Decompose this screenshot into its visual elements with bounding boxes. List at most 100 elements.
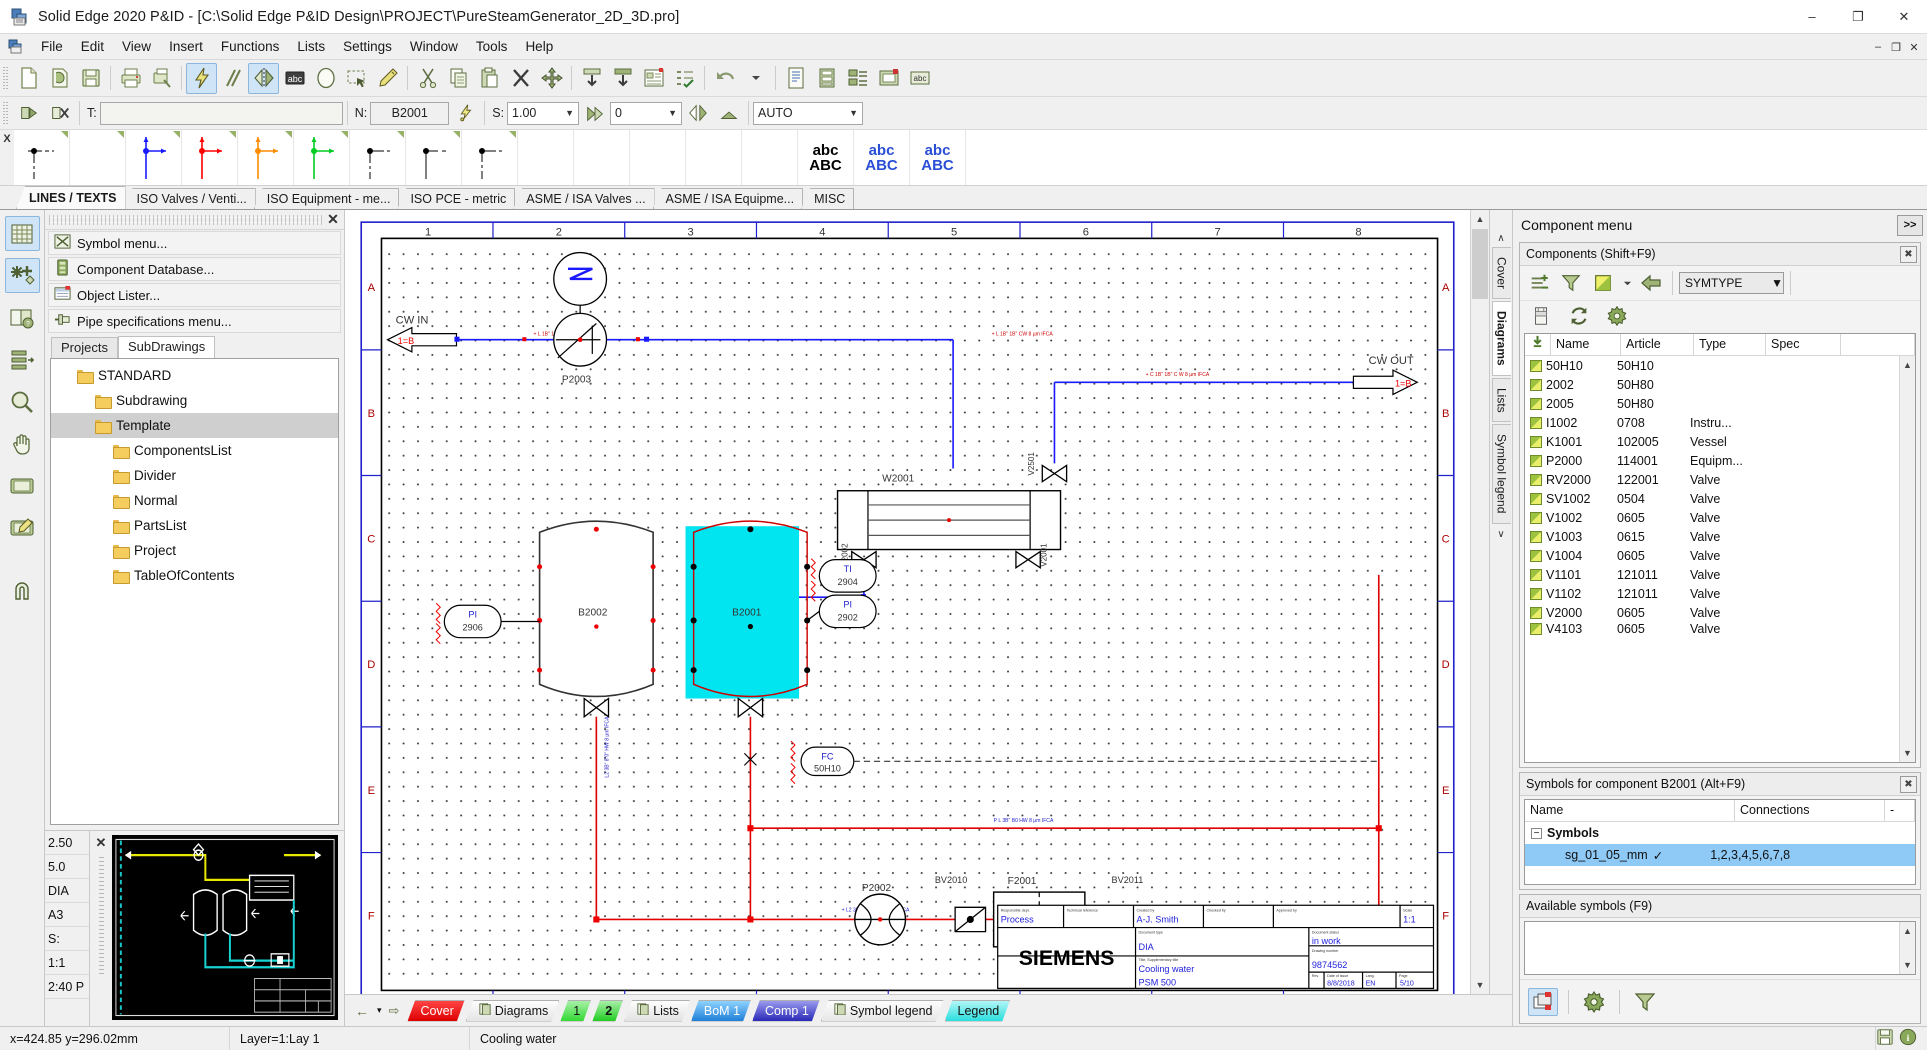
menu-settings[interactable]: Settings [334, 36, 401, 57]
palette-line-black-1[interactable] [14, 130, 70, 185]
tab-projects[interactable]: Projects [51, 337, 118, 358]
open-document-button[interactable] [44, 63, 75, 94]
table-row[interactable]: I1002 0708 Instru... [1525, 413, 1899, 432]
save-document-button[interactable] [75, 63, 106, 94]
save-status-icon[interactable] [1876, 1028, 1894, 1049]
edit-mode-button[interactable] [5, 510, 40, 545]
available-symbols-list[interactable]: ▲ ▼ [1524, 921, 1916, 975]
display-mode-button[interactable] [5, 468, 40, 503]
toolbar-grip[interactable] [2, 65, 10, 91]
symbols-grid[interactable]: Name Connections - − Symbols sg_01_05_mm… [1524, 799, 1916, 885]
pipe-specifications-item[interactable]: Pipe specifications menu... [48, 309, 341, 333]
column-header-spec[interactable]: Spec [1766, 334, 1841, 355]
info-icon[interactable]: i [1899, 1028, 1917, 1049]
collapse-icon[interactable]: − [1531, 828, 1542, 839]
document-minimize-button[interactable]: – [1869, 37, 1887, 57]
sheet-tab-1[interactable]: 1 [560, 1000, 591, 1022]
color-dropdown-button[interactable] [1620, 269, 1634, 297]
tree-item-project[interactable]: Project [51, 538, 338, 563]
palette-text-style-blue-2[interactable]: abc ABC [910, 130, 966, 185]
object-lister-item[interactable]: Object Lister... [48, 283, 341, 307]
table-row[interactable]: V1101 121011 Valve [1525, 565, 1899, 584]
sort-down-icon[interactable] [1531, 334, 1544, 355]
column-header-article[interactable]: Article [1621, 334, 1694, 355]
menu-view[interactable]: View [113, 36, 160, 57]
column-header-symbol-name[interactable]: Name [1525, 800, 1735, 821]
align-top-button[interactable] [576, 63, 607, 94]
table-row[interactable]: K1001 102005 Vessel [1525, 432, 1899, 451]
menu-lists[interactable]: Lists [288, 36, 334, 57]
undo-dropdown-button[interactable] [740, 63, 771, 94]
sheet-tab-2[interactable]: 2 [592, 1000, 623, 1022]
name-input[interactable]: B2001 [370, 102, 449, 125]
menu-tools[interactable]: Tools [467, 36, 517, 57]
sheet-tab-lists[interactable]: Lists [624, 1000, 690, 1022]
table-row[interactable]: SV1002 0504 Valve [1525, 489, 1899, 508]
tree-item-divider[interactable]: Divider [51, 463, 338, 488]
vtab-diagrams[interactable]: Diagrams [1492, 301, 1511, 376]
palette-tab-lines-texts[interactable]: LINES / TEXTS [16, 186, 126, 209]
insert-symbol-button[interactable] [5, 258, 40, 293]
table-row[interactable]: V1102 121011 Valve [1525, 584, 1899, 603]
column-header-extra[interactable] [1841, 334, 1915, 355]
palette-line-black-2[interactable] [350, 130, 406, 185]
mirror-button[interactable] [248, 63, 279, 94]
dock-drag-handle[interactable] [49, 215, 322, 225]
palette-tab-iso-valves[interactable]: ISO Valves / Venti... [124, 188, 256, 209]
vtab-lists[interactable]: Lists [1492, 378, 1511, 423]
reset-scale-button[interactable] [579, 98, 610, 129]
grid-scroll-down-button[interactable]: ▼ [1900, 744, 1915, 762]
scroll-down-button[interactable]: ▼ [1471, 976, 1489, 994]
align-bottom-button[interactable] [607, 63, 638, 94]
canvas-vertical-scrollbar[interactable]: ▲ ▼ [1470, 210, 1489, 994]
filter-button[interactable] [1556, 269, 1586, 297]
menu-insert[interactable]: Insert [160, 36, 212, 57]
undo-button[interactable] [709, 63, 740, 94]
column-header-name[interactable]: Name [1551, 334, 1621, 355]
palette-line-blue[interactable] [126, 130, 182, 185]
column-header-type[interactable]: Type [1694, 334, 1766, 355]
menu-edit[interactable]: Edit [72, 36, 113, 57]
palette-empty-4[interactable] [686, 130, 742, 185]
properties-button[interactable] [638, 63, 669, 94]
close-button[interactable]: ✕ [1881, 0, 1927, 34]
cut-button[interactable] [412, 63, 443, 94]
print-preview-button[interactable] [146, 63, 177, 94]
sheet-dropdown-icon[interactable]: ▾ [373, 1005, 386, 1016]
palette-empty-5[interactable] [742, 130, 798, 185]
settings-gear-button-2[interactable] [1579, 988, 1609, 1016]
symbols-group-row[interactable]: − Symbols [1525, 822, 1915, 844]
table-row[interactable]: V1002 0605 Valve [1525, 508, 1899, 527]
pid-drawing[interactable]: 123 456 78 123 456 78 ABC DEF ABC [345, 210, 1470, 994]
palette-text-style-blue-1[interactable]: abc ABC [854, 130, 910, 185]
circle-tool-button[interactable] [310, 63, 341, 94]
preview-close-icon[interactable]: ✕ [96, 835, 107, 851]
components-grid-scrollbar[interactable]: ▲ ▼ [1899, 356, 1915, 762]
sheet-forward-icon[interactable]: ⇨ [387, 1003, 407, 1019]
table-row[interactable]: V2000 0605 Valve [1525, 603, 1899, 622]
checklist-button[interactable] [669, 63, 700, 94]
table-row[interactable]: V1003 0615 Valve [1525, 527, 1899, 546]
tree-item-normal[interactable]: Normal [51, 488, 338, 513]
sheet-tab-diagrams[interactable]: Diagrams [466, 1000, 560, 1022]
symbols-panel-close-icon[interactable]: ✖ [1900, 776, 1917, 793]
tab-subdrawings[interactable]: SubDrawings [118, 336, 215, 358]
tree-item-standard[interactable]: STANDARD [51, 363, 338, 388]
palette-empty-1[interactable] [518, 130, 574, 185]
palette-tab-asme-valves[interactable]: ASME / ISA Valves ... [513, 188, 654, 209]
insert-left-arrow-button[interactable] [1636, 269, 1666, 297]
tree-item-template[interactable]: Template [51, 413, 338, 438]
maximize-button[interactable]: ❐ [1835, 0, 1881, 34]
remove-component-button[interactable] [44, 98, 75, 129]
table-row[interactable]: P2000 114001 Equipm... [1525, 451, 1899, 470]
menu-file[interactable]: File [32, 36, 72, 57]
table-row[interactable]: 2005 50H80 [1525, 394, 1899, 413]
menu-help[interactable]: Help [516, 36, 562, 57]
pan-tool-button[interactable] [5, 426, 40, 461]
property-toolbar-grip[interactable] [2, 100, 10, 126]
palette-line-black-3[interactable] [406, 130, 462, 185]
settings-gear-button[interactable] [1602, 302, 1632, 330]
palette-text-style-black[interactable]: abc ABC [798, 130, 854, 185]
document-restore-button[interactable]: ❐ [1887, 37, 1905, 57]
palette-tab-iso-pce[interactable]: ISO PCE - metric [397, 188, 515, 209]
